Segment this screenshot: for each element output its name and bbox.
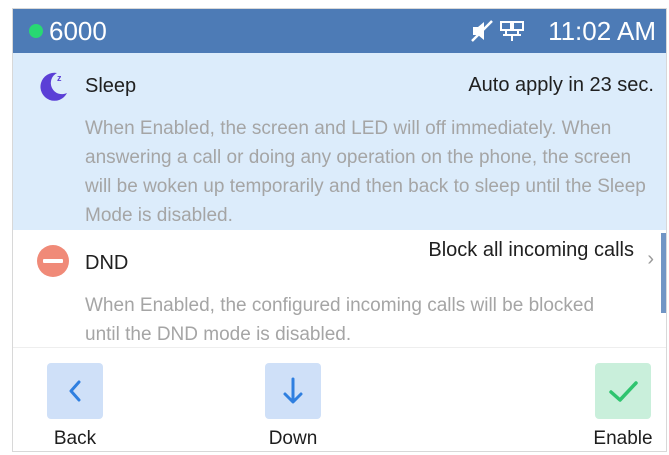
account-status-dot (29, 24, 43, 38)
chevron-right-icon: › (647, 248, 654, 270)
checkmark-icon (609, 381, 638, 402)
back-label: Back (53, 428, 97, 449)
mode-status: Block all incoming calls (428, 239, 634, 261)
phone-screen: 6000 11:02 AM z Sleep Auto apply in 23 s… (12, 8, 667, 452)
enable-button[interactable] (595, 363, 651, 419)
mode-description: When Enabled, the configured incoming ca… (85, 295, 595, 345)
account-number: 6000 (49, 16, 107, 46)
mute-icon (471, 20, 493, 42)
mode-title: DND (85, 252, 129, 274)
mode-status: Auto apply in 23 sec. (468, 74, 654, 96)
mode-description: When Enabled, the screen and LED will of… (85, 118, 646, 226)
status-bar: 6000 11:02 AM (13, 9, 666, 53)
scrollbar[interactable] (661, 233, 666, 313)
enable-label: Enable (593, 428, 653, 449)
down-label: Down (268, 428, 318, 449)
dnd-icon (37, 245, 69, 277)
chevron-left-icon (69, 380, 81, 402)
mode-item-dnd[interactable]: DND Block all incoming calls › When Enab… (13, 230, 666, 347)
clock: 11:02 AM (548, 16, 656, 46)
softkey-bar: Back Down Enable (13, 347, 666, 451)
moon-icon: z (40, 72, 67, 101)
back-button[interactable] (47, 363, 103, 419)
network-icon (500, 21, 524, 41)
arrow-down-icon (283, 377, 303, 404)
mode-list: z Sleep Auto apply in 23 sec. When Enabl… (13, 53, 666, 347)
down-button[interactable] (265, 363, 321, 419)
mode-item-sleep[interactable]: z Sleep Auto apply in 23 sec. When Enabl… (13, 53, 666, 230)
mode-title: Sleep (85, 75, 137, 97)
svg-text:z: z (57, 73, 62, 83)
